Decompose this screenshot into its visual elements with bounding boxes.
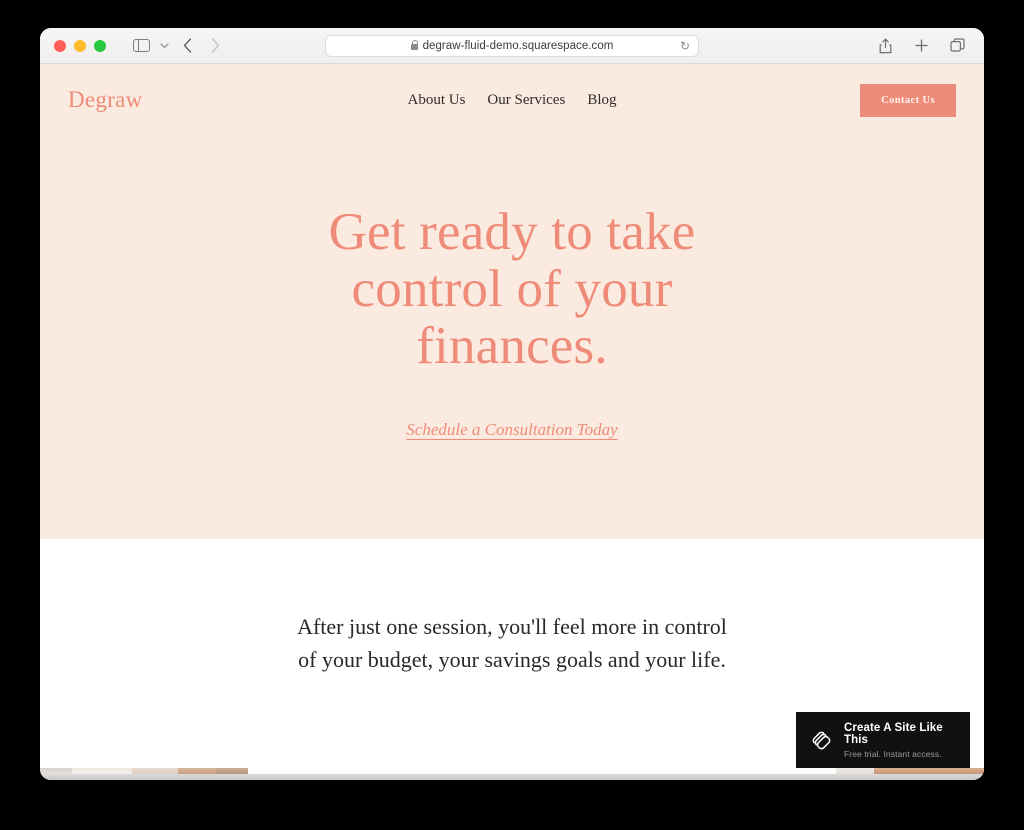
tab-overview-icon[interactable] [944, 34, 970, 58]
back-arrow-icon[interactable] [174, 34, 200, 58]
nav-item-blog[interactable]: Blog [587, 92, 616, 109]
hero-section: Degraw About Us Our Services Blog Contac… [40, 64, 984, 539]
badge-subtitle: Free trial. Instant access. [844, 748, 942, 759]
window-controls [54, 39, 106, 52]
page-viewport: Degraw About Us Our Services Blog Contac… [40, 64, 984, 780]
browser-window: degraw-fluid-demo.squarespace.com ↻ Degr… [40, 28, 984, 780]
badge-title: Create A Site Like This [844, 721, 943, 746]
site-header: Degraw About Us Our Services Blog Contac… [40, 64, 984, 136]
navigation-controls [128, 34, 228, 58]
sidebar-toggle-icon[interactable] [128, 34, 154, 58]
toolbar-right-group [872, 34, 970, 58]
main-navigation: About Us Our Services Blog [407, 92, 616, 109]
chevron-down-icon[interactable] [156, 34, 172, 58]
reload-icon[interactable]: ↻ [680, 40, 690, 52]
contact-us-button[interactable]: Contact Us [860, 83, 956, 117]
site-logo[interactable]: Degraw [68, 87, 143, 113]
minimize-window-button[interactable] [74, 39, 86, 52]
share-icon[interactable] [872, 34, 898, 58]
forward-arrow-icon[interactable] [202, 34, 228, 58]
schedule-consultation-link[interactable]: Schedule a Consultation Today [406, 420, 617, 440]
squarespace-logo-icon [810, 729, 833, 752]
address-bar-url: degraw-fluid-demo.squarespace.com [422, 39, 614, 52]
intro-section: After just one session, you'll feel more… [40, 539, 984, 677]
hero-content: Get ready to take control of your financ… [40, 136, 984, 440]
browser-toolbar: degraw-fluid-demo.squarespace.com ↻ [40, 28, 984, 64]
nav-item-about-us[interactable]: About Us [407, 92, 465, 109]
maximize-window-button[interactable] [94, 39, 106, 52]
intro-paragraph: After just one session, you'll feel more… [297, 614, 727, 672]
hero-headline: Get ready to take control of your financ… [328, 203, 696, 376]
close-window-button[interactable] [54, 39, 66, 52]
badge-text-group: Create A Site Like This Free trial. Inst… [844, 722, 956, 759]
squarespace-promo-badge[interactable]: Create A Site Like This Free trial. Inst… [796, 712, 970, 768]
address-bar[interactable]: degraw-fluid-demo.squarespace.com ↻ [325, 34, 699, 57]
horizontal-scrollbar[interactable] [40, 774, 984, 780]
new-tab-icon[interactable] [908, 34, 934, 58]
lock-icon [410, 39, 419, 50]
nav-item-our-services[interactable]: Our Services [487, 92, 565, 109]
